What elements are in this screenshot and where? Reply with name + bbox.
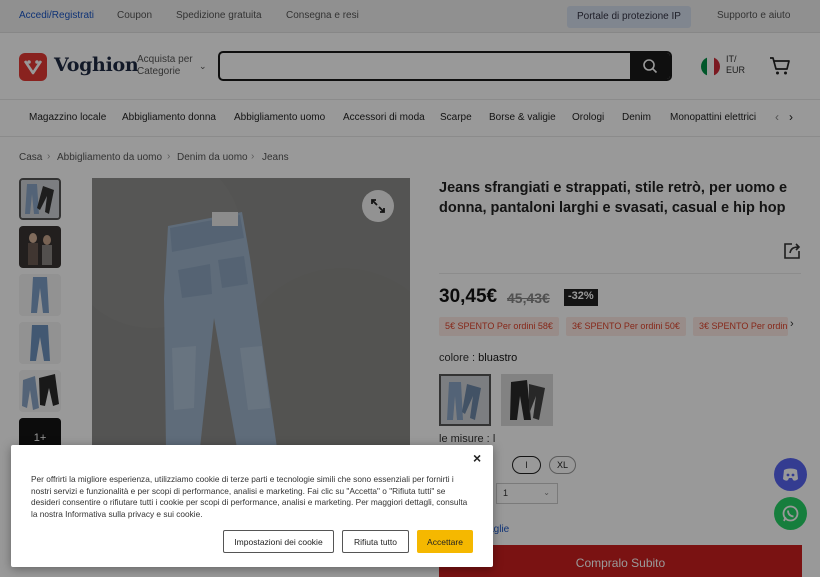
search-bar xyxy=(218,51,672,81)
search-button[interactable] xyxy=(630,53,670,79)
nav-prev-arrow-icon[interactable]: ‹ xyxy=(775,110,779,124)
color-value: bluastro xyxy=(478,352,518,364)
size-label-text: le misure : xyxy=(439,433,490,445)
color-swatch-black[interactable] xyxy=(501,374,553,426)
nav-item-shoes[interactable]: Scarpe xyxy=(440,112,472,123)
accept-button[interactable]: Accettare xyxy=(417,530,473,553)
currency-country: IT/ xyxy=(726,54,737,64)
logo-text[interactable]: Voghion xyxy=(54,54,139,76)
quantity-select[interactable]: 1 ⌄ xyxy=(496,483,558,504)
size-label: le misure : l xyxy=(439,433,495,445)
cookie-consent-dialog: × Per offrirti la migliore esperienza, u… xyxy=(11,445,493,567)
free-shipping-link[interactable]: Spedizione gratuita xyxy=(176,10,262,21)
italy-flag-icon[interactable] xyxy=(701,57,720,76)
whatsapp-icon[interactable] xyxy=(774,497,807,530)
coupon-tag[interactable]: 5€ SPENTO Per ordini 58€ xyxy=(439,317,559,336)
breadcrumb-men-clothing[interactable]: Abbigliamento da uomo xyxy=(57,152,162,163)
chevron-down-icon: ⌄ xyxy=(543,488,550,497)
product-title: Jeans sfrangiati e strappati, stile retr… xyxy=(439,180,788,216)
category-menu-line1: Acquista per xyxy=(137,54,193,65)
buy-now-button[interactable]: Compralo Subito xyxy=(439,545,802,577)
search-input[interactable] xyxy=(220,53,632,79)
reject-all-button[interactable]: Rifiuta tutto xyxy=(342,530,409,553)
header: Voghion Acquista per Categorie ⌄ IT/ EUR xyxy=(0,34,820,99)
category-menu-line2: Categorie xyxy=(137,66,181,77)
nav-item-fashion-accessories[interactable]: Accessori di moda xyxy=(343,112,425,123)
color-label-text: colore : xyxy=(439,352,476,364)
gallery-thumbnail[interactable] xyxy=(19,178,61,220)
coupon-next-arrow-icon[interactable]: › xyxy=(790,318,794,330)
original-price: 45,43€ xyxy=(507,290,550,306)
gallery-thumbnail[interactable] xyxy=(19,322,61,364)
quantity-value: 1 xyxy=(503,488,509,498)
size-option-xl[interactable]: XL xyxy=(549,456,576,474)
nav-item-bags[interactable]: Borse & valigie xyxy=(489,112,556,123)
gallery-thumbnail[interactable] xyxy=(19,370,61,412)
top-bar: Accedi/Registrati Coupon Spedizione grat… xyxy=(0,0,820,33)
breadcrumb-separator-icon: › xyxy=(167,151,171,162)
product-main-image[interactable] xyxy=(92,178,410,448)
divider xyxy=(439,273,801,274)
color-label: colore : bluastro xyxy=(439,352,517,364)
size-option-l[interactable]: l xyxy=(512,456,541,474)
cookie-message: Per offrirti la migliore esperienza, uti… xyxy=(31,474,468,519)
color-swatch-blue[interactable] xyxy=(439,374,491,426)
nav-item-women-clothing[interactable]: Abbigliamento donna xyxy=(122,112,216,123)
breadcrumb-separator-icon: › xyxy=(47,151,51,162)
gallery-thumbnail[interactable] xyxy=(19,226,61,268)
logo-icon[interactable] xyxy=(19,53,47,81)
nav-item-men-clothing[interactable]: Abbigliamento uomo xyxy=(234,112,325,123)
login-register-link[interactable]: Accedi/Registrati xyxy=(19,10,94,21)
coupon-tag[interactable]: 3€ SPENTO Per ordini 50€ xyxy=(566,317,686,336)
nav-item-local-warehouse[interactable]: Magazzino locale xyxy=(29,112,106,123)
share-icon[interactable] xyxy=(782,241,802,264)
category-menu[interactable]: Acquista per Categorie ⌄ xyxy=(137,54,207,78)
chevron-down-icon: ⌄ xyxy=(199,61,207,71)
expand-icon[interactable] xyxy=(362,190,394,222)
coupon-tag[interactable]: 3€ SPENTO Per ordini xyxy=(693,317,788,336)
cookie-settings-button[interactable]: Impostazioni dei cookie xyxy=(223,530,334,553)
support-link[interactable]: Supporto e aiuto xyxy=(717,10,790,21)
breadcrumb-separator-icon: › xyxy=(251,151,255,162)
ip-protection-portal-link[interactable]: Portale di protezione IP xyxy=(567,6,691,28)
search-icon xyxy=(643,59,658,74)
delivery-returns-link[interactable]: Consegna e resi xyxy=(286,10,359,21)
currency-code: EUR xyxy=(726,65,746,75)
discord-icon[interactable] xyxy=(774,458,807,491)
current-price: 30,45€ xyxy=(439,286,498,307)
breadcrumb-men-denim[interactable]: Denim da uomo xyxy=(177,152,248,163)
size-value: l xyxy=(492,433,496,445)
nav-item-watches[interactable]: Orologi xyxy=(572,112,604,123)
category-nav: Magazzino locale Abbigliamento donna Abb… xyxy=(0,99,820,137)
nav-next-arrow-icon[interactable]: › xyxy=(789,110,793,124)
gallery-thumbnail[interactable] xyxy=(19,274,61,316)
cart-icon[interactable] xyxy=(769,56,791,79)
nav-item-denim[interactable]: Denim xyxy=(622,112,651,123)
breadcrumb-current: Jeans xyxy=(262,152,289,163)
close-icon[interactable]: × xyxy=(473,450,481,466)
coupon-link[interactable]: Coupon xyxy=(117,10,152,21)
discount-badge: -32% xyxy=(564,289,598,306)
nav-item-electric-scooters[interactable]: Monopattini elettrici xyxy=(670,112,756,123)
breadcrumb-home[interactable]: Casa xyxy=(19,152,42,163)
currency-selector[interactable]: IT/ EUR xyxy=(726,54,745,76)
